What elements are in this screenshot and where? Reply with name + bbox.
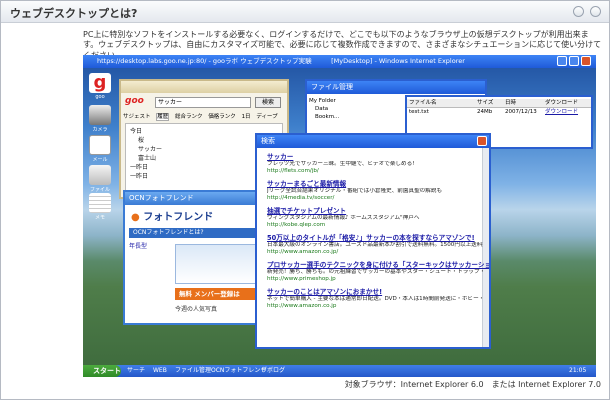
tab-day[interactable]: 1日 (242, 114, 251, 120)
result-url: http://kobe.qlep.com (267, 222, 326, 228)
desktop-icon-label: メモ (94, 215, 105, 221)
browser-close-icon[interactable] (581, 56, 591, 66)
search-results-window: 検索 サッカー フレッツ光でサッカー三昧。生中継で、ビデオで楽しめる! http… (255, 133, 491, 349)
result-description: Jリーグ全試合結果オリジナル・番組では小倉隆史、前園真聖の解説も (267, 188, 443, 194)
photo-friend-logo: フォトフレンド (143, 212, 214, 223)
minimize-icon[interactable] (573, 6, 584, 17)
results-caption: 検索 (257, 135, 489, 148)
taskbar-item[interactable]: OCNフォトフレンド (211, 366, 266, 376)
mail-desktop-icon[interactable]: メール (87, 135, 113, 163)
col-download[interactable]: ダウンロード (545, 99, 585, 107)
result-url: http://flets.com/jb/ (267, 168, 319, 174)
mail-icon (89, 135, 111, 155)
memo-desktop-icon[interactable]: メモ (87, 193, 113, 221)
tab-suggest[interactable]: サジェスト (123, 114, 151, 120)
folder-item[interactable]: My Folder (309, 97, 359, 105)
goo-logo-icon: g (89, 73, 111, 93)
side-label[interactable]: 年長型 (129, 241, 169, 250)
desktop-icon-label: メール (92, 157, 108, 163)
supported-browsers-note: 対象ブラウザ：Internet Explorer 6.0 または Interne… (344, 380, 601, 389)
result-url: http://www.amazon.co.jp (267, 303, 337, 309)
list-item: サッカー フレッツ光でサッカー三昧。生中継で、ビデオで楽しめる! http://… (267, 151, 483, 175)
result-url: http://www.amazon.co.jp/ (267, 249, 339, 255)
results-scrollbar[interactable] (482, 148, 489, 347)
browser-maximize-icon[interactable] (569, 56, 579, 66)
browser-titlebar: https://desktop.labs.goo.ne.jp:80/ - goo… (83, 55, 596, 68)
file-date: 2007/12/13 (505, 109, 537, 115)
desktop-icon-label: goo (95, 94, 105, 100)
folder-item[interactable]: Data (309, 105, 359, 113)
photo-friend-title: OCNフォトフレンド (129, 194, 194, 202)
popular-photo-caption: 今週の人気写真 (175, 306, 218, 313)
result-description: ネットで簡単購入 - 主要な本は通常即日配送。DVD・本人は1時間前発送に・ホビ… (267, 296, 483, 302)
start-button[interactable]: スタート (83, 365, 121, 377)
result-description: 新発売！勝ち、勝ちも。の元祖練習でサッカーの基本やスター・シュート・トラップ・パ… (267, 269, 483, 275)
result-title-link[interactable]: 50万以上のタイトルが「格安♪」サッカーの本を探すならアマゾンで! (267, 232, 483, 242)
file-list-header: ファイル名 サイズ 日時 ダウンロード (407, 99, 591, 108)
taskbar-item[interactable]: ファイル管理 (175, 366, 211, 376)
col-date[interactable]: 日時 (505, 99, 545, 107)
desktop-icon-label: ファイル (89, 187, 110, 193)
taskbar-item[interactable]: ヴボログ (261, 366, 285, 376)
col-size[interactable]: サイズ (477, 99, 505, 107)
col-filename[interactable]: ファイル名 (407, 99, 477, 107)
tab-deep[interactable]: ディープ (256, 114, 277, 120)
list-item: サッカーまるごと最新情報 Jリーグ全試合結果オリジナル・番組では小倉隆史、前園真… (267, 178, 483, 202)
download-link[interactable]: ダウンロード (545, 108, 585, 117)
result-description: 日本最大級のオンライン書店。ユーズド品最新本が割引で送料無料。1500円以上送料… (267, 242, 483, 248)
result-description: ウィングスタジアムの最新情報♪ ホームズスタジアム"神戸へ (267, 215, 420, 221)
result-description: フレッツ光でサッカー三昧。生中継で、ビデオで楽しめる! (267, 161, 415, 167)
table-row[interactable]: test.txt 24Mb 2007/12/13 ダウンロード (407, 108, 591, 117)
browser-minimize-icon[interactable] (557, 56, 567, 66)
goo-search-button[interactable]: 検索 (255, 97, 281, 108)
folder-tree: My Folder Data Bookm... (309, 97, 359, 137)
taskbar-clock: 21:05 (569, 367, 587, 374)
ocn-logo: ● フォトフレンド (131, 208, 213, 223)
camera-desktop-icon[interactable]: カメラ (87, 105, 113, 133)
result-url: http://www.primeshop.jp (267, 276, 336, 282)
file-name[interactable]: test.txt (407, 108, 477, 117)
close-icon[interactable] (590, 6, 601, 17)
ocn-mark-icon: ● (131, 212, 140, 223)
result-title-link[interactable]: プロサッカー選手のテクニックを身に付ける「スターキックはサッカーショップのプライ… (267, 259, 489, 269)
results-list: サッカー フレッツ光でサッカー三昧。生中継で、ビデオで楽しめる! http://… (267, 151, 489, 313)
goo-search-input[interactable]: サッカー (155, 97, 251, 108)
panel-titlebar: ウェブデスクトップとは? (1, 1, 609, 23)
list-item: 抽選でチケットプレゼント ウィングスタジアムの最新情報♪ ホームズスタジアム"神… (267, 205, 483, 229)
result-title-link[interactable]: 抽選でチケットプレゼント (267, 205, 483, 215)
result-title-link[interactable]: サッカーまるごと最新情報 (267, 178, 483, 188)
goo-window-caption (121, 81, 287, 93)
desktop-icon-label: カメラ (92, 127, 108, 133)
results-title: 検索 (261, 137, 275, 145)
memo-icon (89, 193, 111, 213)
result-url: http://4media.tv/soccer/ (267, 195, 335, 201)
tab-history[interactable]: 履歴 (156, 113, 170, 121)
taskbar-item[interactable]: サーチ (127, 366, 145, 376)
goo-tabs: サジェスト 履歴 総合ランク 価格ランク 1日 ディープ (123, 112, 287, 122)
file-manager-title: ファイル管理 (311, 83, 353, 91)
goo-desktop-icon[interactable]: g goo (87, 73, 113, 100)
desktop-screenshot: g goo カメラ メール ファイル メモ https://desktop.la… (83, 55, 596, 377)
file-size: 24Mb (477, 109, 493, 115)
file-desktop-icon[interactable]: ファイル (87, 165, 113, 193)
folder-item[interactable]: Bookm... (309, 113, 359, 121)
taskbar: スタート サーチ WEB ファイル管理 OCNフォトフレンド ヴボログ 21:0… (83, 365, 596, 377)
list-item: サッカーのことはアマゾンにおまかせ! ネットで簡単購入 - 主要な本は通常即日配… (267, 286, 483, 310)
file-icon (89, 165, 111, 185)
result-title-link[interactable]: サッカーのことはアマゾンにおまかせ! (267, 286, 483, 296)
list-item: 50万以上のタイトルが「格安♪」サッカーの本を探すならアマゾンで! 日本最大級の… (267, 232, 483, 256)
webdesktop-panel: ウェブデスクトップとは? PC上に特別なソフトをインストールする必要なく、ログイ… (0, 0, 610, 400)
browser-title: https://desktop.labs.goo.ne.jp:80/ - goo… (97, 57, 465, 65)
panel-title: ウェブデスクトップとは? (10, 7, 138, 20)
list-item: プロサッカー選手のテクニックを身に付ける「スターキックはサッカーショップのプライ… (267, 259, 489, 283)
tab-price[interactable]: 価格ランク (208, 114, 236, 120)
tab-overall[interactable]: 総合ランク (175, 114, 203, 120)
results-close-icon[interactable] (477, 136, 487, 146)
taskbar-item[interactable]: WEB (153, 366, 167, 376)
file-manager-caption: ファイル管理 (307, 81, 485, 94)
camera-icon (89, 105, 111, 125)
result-title-link[interactable]: サッカー (267, 151, 483, 161)
goo-logo: goo (125, 96, 144, 106)
